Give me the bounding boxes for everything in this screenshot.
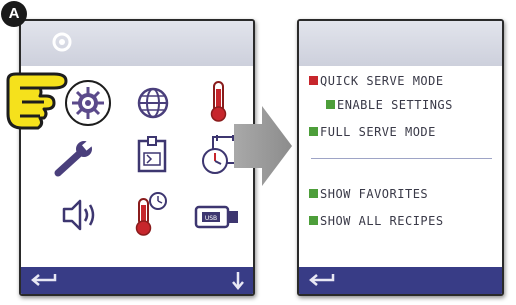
checkbox-unchecked[interactable] <box>309 76 318 85</box>
checkbox-checked[interactable] <box>309 189 318 198</box>
recipe-book-icon[interactable] <box>135 135 169 175</box>
option-label: SHOW ALL RECIPES <box>320 214 444 228</box>
step-badge: A <box>1 1 27 27</box>
enable-settings-option[interactable]: ENABLE SETTINGS <box>326 98 453 112</box>
show-favorites-option[interactable]: SHOW FAVORITES <box>309 187 428 201</box>
globe-icon[interactable] <box>136 86 170 120</box>
divider <box>311 158 492 159</box>
footer-bar <box>299 267 502 294</box>
faint-gear-icon <box>52 32 72 52</box>
option-label: QUICK SERVE MODE <box>320 74 444 88</box>
settings-menu-screen: QUICK SERVE MODE ENABLE SETTINGS FULL SE… <box>297 19 504 296</box>
show-all-recipes-option[interactable]: SHOW ALL RECIPES <box>309 214 444 228</box>
pointing-hand-icon <box>6 72 68 130</box>
thermometer-icon[interactable] <box>207 79 231 123</box>
checkbox-checked[interactable] <box>309 216 318 225</box>
checkbox-checked[interactable] <box>326 100 335 109</box>
header-bar <box>299 21 502 66</box>
checkbox-checked[interactable] <box>309 127 318 136</box>
footer-bar <box>21 267 253 294</box>
back-arrow-icon[interactable] <box>29 271 59 289</box>
svg-text:USB: USB <box>205 215 217 222</box>
option-label: SHOW FAVORITES <box>320 187 429 201</box>
back-arrow-icon[interactable] <box>307 271 337 289</box>
option-label: FULL SERVE MODE <box>320 125 436 139</box>
down-arrow-icon[interactable] <box>231 270 245 290</box>
temperature-timer-icon[interactable] <box>133 191 169 237</box>
quick-serve-mode-option[interactable]: QUICK SERVE MODE <box>309 74 444 88</box>
speaker-icon[interactable] <box>60 197 100 233</box>
full-serve-mode-option[interactable]: FULL SERVE MODE <box>309 125 436 139</box>
usb-drive-icon[interactable]: USB <box>194 205 242 229</box>
wrench-icon[interactable] <box>52 139 98 179</box>
transition-arrow-icon <box>234 106 292 186</box>
option-label: ENABLE SETTINGS <box>337 98 453 112</box>
